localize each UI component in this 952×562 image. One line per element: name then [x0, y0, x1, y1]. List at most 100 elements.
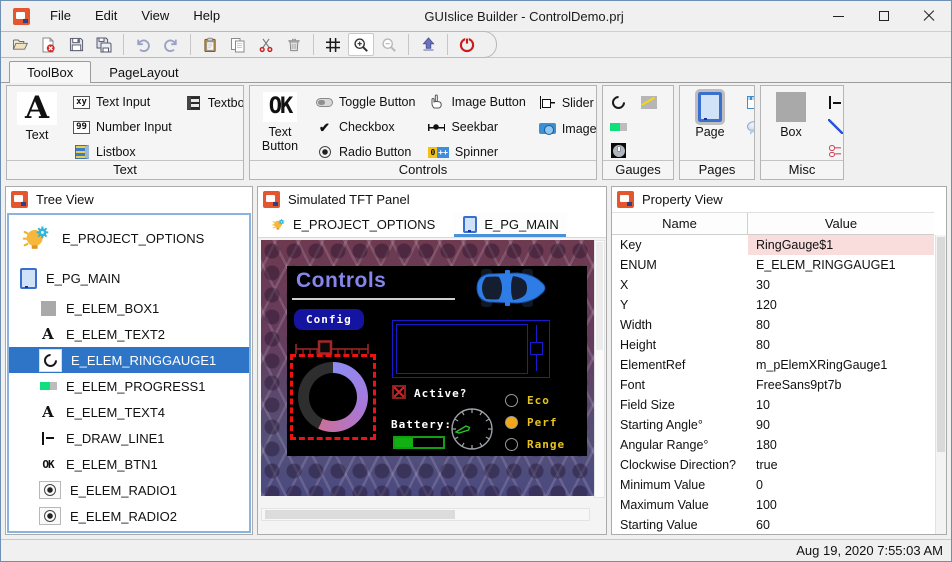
tree-item-e_elem_text2[interactable]: AE_ELEM_TEXT2 [9, 321, 249, 347]
property-value[interactable]: 0 [748, 475, 934, 495]
tab-pagelayout[interactable]: PageLayout [91, 61, 196, 82]
ribbon-item-radial-gauge[interactable] [610, 142, 627, 159]
tft-radio-range[interactable]: Range [505, 438, 565, 451]
tft-title-text[interactable]: Controls [296, 269, 386, 293]
tree-item-e_elem_radio2[interactable]: E_ELEM_RADIO2 [9, 503, 249, 529]
ribbon-item-textbox[interactable]: Textbox [185, 94, 243, 111]
ribbon-item-checkbox[interactable]: ✔Checkbox [316, 119, 415, 135]
ribbon-item-base-page[interactable] [746, 94, 754, 111]
tree-item-e_pg_main[interactable]: E_PG_MAIN [9, 261, 249, 295]
undo-button[interactable] [130, 33, 156, 56]
tft-radio-eco[interactable]: Eco [505, 394, 565, 407]
tft-horizontal-scrollbar[interactable] [261, 508, 590, 521]
maximize-button[interactable] [861, 1, 906, 31]
tree-item-e_elem_ringgauge1[interactable]: E_ELEM_RINGGAUGE1 [9, 347, 249, 373]
menu-view[interactable]: View [129, 1, 181, 31]
ribbon-item-popup-page[interactable] [746, 118, 754, 135]
ribbon-item-page[interactable]: Page [687, 90, 733, 160]
tft-active-checkbox[interactable] [392, 385, 406, 399]
property-vertical-scrollbar[interactable] [935, 235, 946, 534]
ribbon-item-ramp-gauge[interactable] [640, 94, 657, 111]
grid-button[interactable] [320, 33, 346, 56]
property-value[interactable]: 120 [748, 295, 934, 315]
property-value[interactable]: 100 [748, 495, 934, 515]
tft-screen[interactable]: Controls Config [287, 266, 587, 456]
property-value[interactable]: FreeSans9pt7b [748, 375, 934, 395]
cut-button[interactable] [253, 33, 279, 56]
property-value[interactable]: RingGauge$1 [748, 235, 934, 255]
tft-ringgauge[interactable] [298, 362, 368, 432]
ribbon-item-number-input[interactable]: 99Number Input [73, 119, 172, 135]
ribbon-item-listbox[interactable]: Listbox [73, 144, 172, 160]
property-value[interactable]: 90 [748, 415, 934, 435]
tree-item-e_draw_line1[interactable]: E_DRAW_LINE1 [9, 425, 249, 451]
ribbon-item-spinner[interactable]: 0++Spinner [428, 144, 525, 160]
app-logo-icon[interactable] [13, 8, 30, 25]
ribbon-item-ringgauge[interactable] [610, 94, 627, 111]
tft-radial-gauge[interactable] [449, 406, 495, 452]
tree-item-e_elem_radio1[interactable]: E_ELEM_RADIO1 [9, 477, 249, 503]
tree-item-e_elem_btn1[interactable]: OKE_ELEM_BTN1 [9, 451, 249, 477]
property-value[interactable]: E_ELEM_RINGGAUGE1 [748, 255, 934, 275]
tab-toolbox[interactable]: ToolBox [9, 61, 91, 83]
menu-edit[interactable]: Edit [83, 1, 129, 31]
property-value[interactable]: 60 [748, 515, 934, 534]
tft-vertical-scrollbar[interactable] [594, 240, 605, 498]
paste-button[interactable] [197, 33, 223, 56]
minimize-button[interactable] [816, 1, 861, 31]
tft-canvas[interactable]: Controls Config [258, 238, 606, 534]
ribbon-item-diagonal-line[interactable] [827, 118, 843, 135]
ribbon-item-text-input[interactable]: xyText Input [73, 94, 172, 110]
property-value[interactable]: true [748, 455, 934, 475]
delete-button[interactable] [281, 33, 307, 56]
ribbon-item-seekbar[interactable]: Seekbar [428, 119, 525, 135]
tree-item-e_project_options[interactable]: E_PROJECT_OPTIONS [9, 215, 249, 261]
ribbon-item-radio-button[interactable]: Radio Button [316, 144, 415, 160]
ribbon-item-line[interactable] [827, 94, 843, 111]
close-button[interactable] [906, 1, 951, 31]
tft-config-button[interactable]: Config [294, 309, 364, 330]
property-value[interactable]: 180 [748, 435, 934, 455]
redo-button[interactable] [158, 33, 184, 56]
import-button[interactable] [415, 33, 441, 56]
tft-car-image[interactable] [469, 269, 547, 307]
save-button[interactable] [63, 33, 89, 56]
ribbon-item-image-button[interactable]: Image Button [428, 94, 525, 110]
tree-item-e_elem_box1[interactable]: E_ELEM_BOX1 [9, 295, 249, 321]
tree-item-e_elem_progress1[interactable]: E_ELEM_PROGRESS1 [9, 373, 249, 399]
zoom-in-button[interactable] [348, 33, 374, 56]
ribbon-item-text-button[interactable]: OK Text Button [257, 90, 303, 160]
property-value[interactable]: 80 [748, 315, 934, 335]
tft-radio-perf[interactable]: Perf [505, 416, 565, 429]
ribbon-item-toggle-button[interactable]: Toggle Button [316, 94, 415, 110]
property-value[interactable]: 30 [748, 275, 934, 295]
menu-file[interactable]: File [38, 1, 83, 31]
tree-item-e_elem_text4[interactable]: AE_ELEM_TEXT4 [9, 399, 249, 425]
save-as-button[interactable] [91, 33, 117, 56]
file-close-button[interactable] [35, 33, 61, 56]
tft-ringgauge-selection[interactable] [290, 354, 376, 440]
tft-vertical-slider-handle[interactable] [530, 342, 543, 355]
tree-item-clipped[interactable] [9, 529, 249, 533]
open-button[interactable] [7, 33, 33, 56]
ribbon-item-text[interactable]: A Text [14, 90, 60, 160]
property-value[interactable]: 80 [748, 335, 934, 355]
ribbon-item-slider[interactable]: Slider [539, 94, 596, 111]
exit-button[interactable] [454, 33, 480, 56]
property-value[interactable]: m_pElemXRingGauge1 [748, 355, 934, 375]
tft-battery-progressbar[interactable] [393, 436, 445, 449]
tft-textbox[interactable] [392, 320, 550, 378]
zoom-out-button[interactable] [376, 33, 402, 56]
scrollbar-thumb[interactable] [265, 510, 455, 519]
scrollbar-thumb[interactable] [596, 242, 603, 350]
copy-button[interactable] [225, 33, 251, 56]
property-value[interactable]: 10 [748, 395, 934, 415]
ribbon-item-graph[interactable] [827, 142, 843, 159]
tft-tab-project-options[interactable]: E_PROJECT_OPTIONS [262, 212, 443, 237]
scrollbar-thumb[interactable] [937, 237, 945, 452]
ribbon-item-image[interactable]: Image [539, 120, 596, 137]
menu-help[interactable]: Help [181, 1, 232, 31]
tft-tab-pg-main[interactable]: E_PG_MAIN [453, 212, 566, 237]
ribbon-item-progressbar[interactable] [610, 118, 627, 135]
ribbon-item-box[interactable]: Box [768, 90, 814, 160]
